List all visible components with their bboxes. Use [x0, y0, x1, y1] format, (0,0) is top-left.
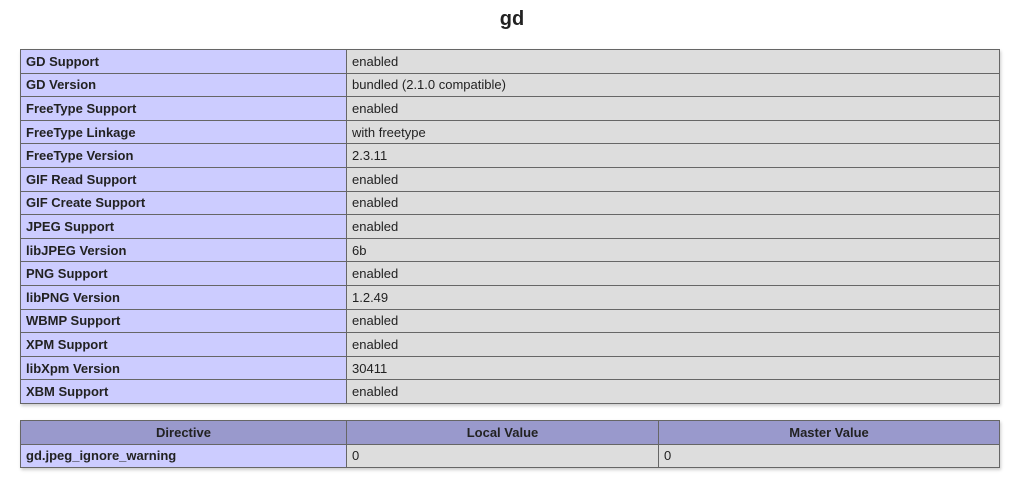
row-value: bundled (2.1.0 compatible) — [346, 72, 1000, 98]
row-value: 2.3.11 — [346, 143, 1000, 168]
directive-name: gd.jpeg_ignore_warning — [20, 443, 347, 469]
row-label: XPM Support — [20, 332, 347, 357]
table-row: PNG Support enabled — [20, 261, 1000, 286]
row-value: enabled — [346, 190, 1000, 216]
row-value: enabled — [346, 214, 1000, 239]
row-label: JPEG Support — [20, 214, 347, 239]
row-label: FreeType Version — [20, 143, 347, 168]
header-directive: Directive — [20, 420, 347, 445]
table-row: GIF Read Support enabled — [20, 166, 1000, 192]
row-value: enabled — [346, 49, 1000, 74]
table-row: JPEG Support enabled — [20, 214, 1000, 239]
table-row: XPM Support enabled — [20, 332, 1000, 357]
local-value: 0 — [346, 443, 659, 469]
row-label: XBM Support — [20, 379, 347, 404]
row-value: enabled — [346, 332, 1000, 357]
row-label: GD Version — [20, 72, 347, 98]
row-label: libJPEG Version — [20, 237, 347, 263]
table-row: gd.jpeg_ignore_warning 0 0 — [20, 443, 1000, 469]
row-value: enabled — [346, 261, 1000, 286]
table-row: libXpm Version 30411 — [20, 355, 1000, 381]
row-label: GIF Read Support — [20, 166, 347, 192]
table-header-row: Directive Local Value Master Value — [20, 420, 1000, 445]
table-row: FreeType Version 2.3.11 — [20, 143, 1000, 168]
table-row: libJPEG Version 6b — [20, 237, 1000, 263]
row-value: enabled — [346, 308, 1000, 334]
table-row: GD Support enabled — [20, 49, 1000, 74]
table-row: libPNG Version 1.2.49 — [20, 284, 1000, 310]
table-row: XBM Support enabled — [20, 379, 1000, 404]
table-row: GD Version bundled (2.1.0 compatible) — [20, 72, 1000, 98]
row-value: 1.2.49 — [346, 284, 1000, 310]
header-master-value: Master Value — [658, 420, 1000, 445]
table-row: WBMP Support enabled — [20, 308, 1000, 334]
row-label: PNG Support — [20, 261, 347, 286]
row-label: GIF Create Support — [20, 190, 347, 216]
row-label: libPNG Version — [20, 284, 347, 310]
row-value: 30411 — [346, 355, 1000, 381]
row-label: libXpm Version — [20, 355, 347, 381]
header-local-value: Local Value — [346, 420, 659, 445]
row-label: FreeType Linkage — [20, 119, 347, 145]
master-value: 0 — [658, 443, 1000, 469]
row-label: WBMP Support — [20, 308, 347, 334]
row-value: 6b — [346, 237, 1000, 263]
row-label: GD Support — [20, 49, 347, 74]
row-value: enabled — [346, 166, 1000, 192]
row-value: enabled — [346, 379, 1000, 404]
gd-info-table: GD Support enabled GD Version bundled (2.1.… — [20, 49, 1000, 404]
table-row: FreeType Support enabled — [20, 96, 1000, 121]
table-row: GIF Create Support enabled — [20, 190, 1000, 216]
table-row: FreeType Linkage with freetype — [20, 119, 1000, 145]
page-title: gd — [499, 8, 525, 30]
directives-table: Directive Local Value Master Value gd.jp… — [20, 420, 1000, 469]
row-label: FreeType Support — [20, 96, 347, 121]
row-value: with freetype — [346, 119, 1000, 145]
row-value: enabled — [346, 96, 1000, 121]
